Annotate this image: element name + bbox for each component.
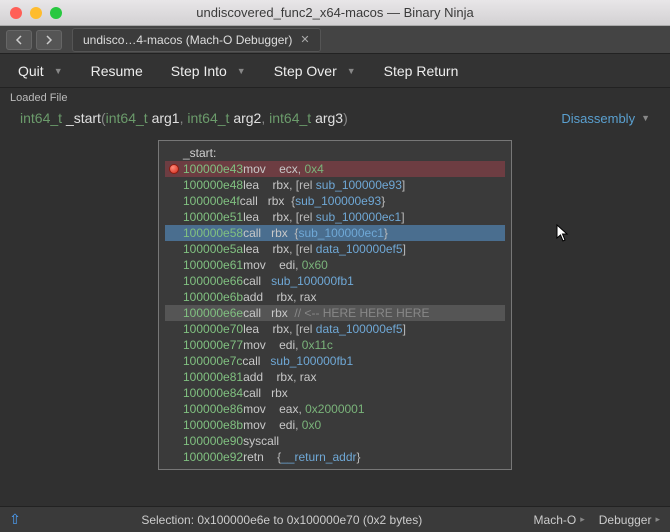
- close-icon[interactable]: [10, 7, 22, 19]
- titlebar: undiscovered_func2_x64-macos — Binary Ni…: [0, 0, 670, 26]
- chevron-right-icon: [45, 35, 53, 45]
- disasm-line[interactable]: 100000e90 syscall: [165, 433, 505, 449]
- up-arrow-icon[interactable]: ⇧: [0, 511, 30, 528]
- disasm-line[interactable]: 100000e81 add rbx, rax: [165, 369, 505, 385]
- view-selector[interactable]: Disassembly ▼: [561, 111, 650, 126]
- function-signature: int64_t _start(int64_t arg1, int64_t arg…: [0, 106, 670, 134]
- chevron-down-icon: ▸: [655, 514, 660, 525]
- chevron-down-icon: ▼: [54, 66, 63, 76]
- chevron-down-icon: ▸: [580, 514, 585, 525]
- disasm-line[interactable]: 100000e5a lea rbx, [rel data_100000ef5]: [165, 241, 505, 257]
- window-title: undiscovered_func2_x64-macos — Binary Ni…: [0, 5, 670, 20]
- chevron-down-icon: ▼: [641, 113, 650, 123]
- disasm-line[interactable]: 100000e58 call rbx {sub_100000ec1}: [165, 225, 505, 241]
- quit-button[interactable]: Quit▼: [18, 63, 63, 79]
- nav-back-button[interactable]: [6, 30, 32, 50]
- chevron-down-icon: ▼: [347, 66, 356, 76]
- disasm-line[interactable]: 100000e92 retn {__return_addr}: [165, 449, 505, 465]
- subheader: Loaded File: [0, 88, 670, 106]
- nav-forward-button[interactable]: [36, 30, 62, 50]
- chevron-left-icon: [15, 35, 23, 45]
- debug-toolbar: Quit▼ Resume Step Into▼ Step Over▼ Step …: [0, 54, 670, 88]
- navbar: undisco…4-macos (Mach-O Debugger) ✕: [0, 26, 670, 54]
- disasm-line[interactable]: 100000e6e call rbx // <-- HERE HERE HERE: [165, 305, 505, 321]
- step-into-button[interactable]: Step Into▼: [171, 63, 246, 79]
- disasm-line[interactable]: 100000e7c call sub_100000fb1: [165, 353, 505, 369]
- debugger-selector[interactable]: Debugger▸: [599, 513, 660, 527]
- step-over-button[interactable]: Step Over▼: [274, 63, 356, 79]
- status-bar: ⇧ Selection: 0x100000e6e to 0x100000e70 …: [0, 506, 670, 532]
- selection-status: Selection: 0x100000e6e to 0x100000e70 (0…: [30, 513, 534, 527]
- resume-button[interactable]: Resume: [91, 63, 143, 79]
- disasm-line[interactable]: 100000e66 call sub_100000fb1: [165, 273, 505, 289]
- tab-label: undisco…4-macos (Mach-O Debugger): [83, 33, 292, 47]
- disasm-line[interactable]: 100000e43 mov ecx, 0x4: [165, 161, 505, 177]
- zoom-icon[interactable]: [50, 7, 62, 19]
- disasm-line[interactable]: 100000e48 lea rbx, [rel sub_100000e93]: [165, 177, 505, 193]
- tab-close-icon[interactable]: ✕: [300, 33, 309, 46]
- disasm-line[interactable]: 100000e4f call rbx {sub_100000e93}: [165, 193, 505, 209]
- disassembly-view[interactable]: _start:100000e43 mov ecx, 0x4100000e48 l…: [158, 140, 512, 470]
- disasm-line[interactable]: 100000e86 mov eax, 0x2000001: [165, 401, 505, 417]
- disasm-label: _start:: [165, 145, 505, 161]
- disasm-line[interactable]: 100000e77 mov edi, 0x11c: [165, 337, 505, 353]
- disasm-line[interactable]: 100000e8b mov edi, 0x0: [165, 417, 505, 433]
- disasm-line[interactable]: 100000e51 lea rbx, [rel sub_100000ec1]: [165, 209, 505, 225]
- disasm-line[interactable]: 100000e84 call rbx: [165, 385, 505, 401]
- disasm-line[interactable]: 100000e61 mov edi, 0x60: [165, 257, 505, 273]
- step-return-button[interactable]: Step Return: [384, 63, 459, 79]
- disasm-line[interactable]: 100000e70 lea rbx, [rel data_100000ef5]: [165, 321, 505, 337]
- filetype-selector[interactable]: Mach-O▸: [534, 513, 585, 527]
- disasm-line[interactable]: 100000e6b add rbx, rax: [165, 289, 505, 305]
- traffic-lights: [10, 7, 62, 19]
- tab-file[interactable]: undisco…4-macos (Mach-O Debugger) ✕: [72, 28, 321, 52]
- minimize-icon[interactable]: [30, 7, 42, 19]
- chevron-down-icon: ▼: [237, 66, 246, 76]
- breakpoint-icon[interactable]: [169, 164, 179, 174]
